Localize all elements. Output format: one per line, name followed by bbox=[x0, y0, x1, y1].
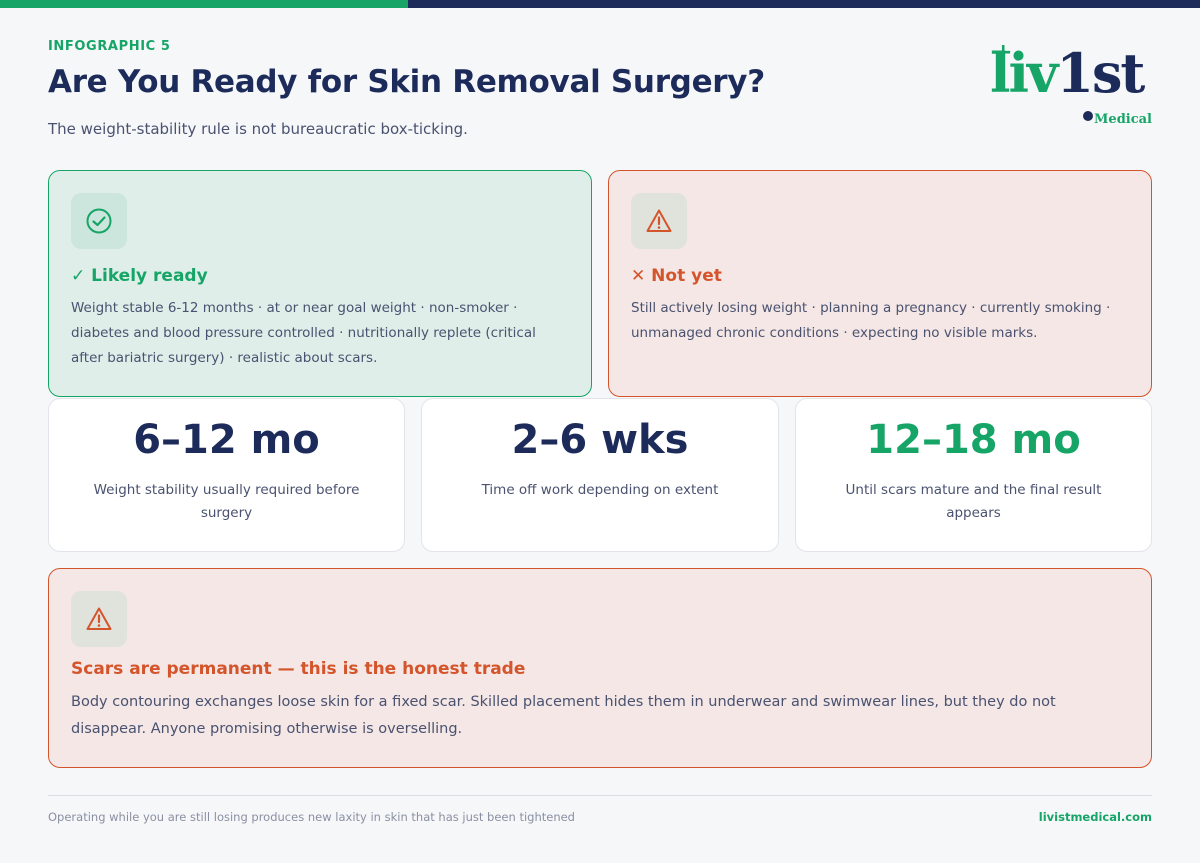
accent-bar-navy bbox=[408, 0, 1200, 8]
not-yet-heading: ✕ Not yet bbox=[631, 266, 722, 286]
stat-card: 6–12 mo Weight stability usually require… bbox=[48, 398, 405, 552]
stat-label: Time off work depending on extent bbox=[481, 482, 719, 498]
warning-triangle-icon bbox=[71, 591, 127, 647]
livist-medical-logo: + liv1st Medical bbox=[990, 42, 1155, 132]
warning-triangle-icon bbox=[631, 193, 687, 249]
likely-ready-text: Weight stable 6-12 months · at or near g… bbox=[71, 300, 536, 366]
stat-label: Weight stability usually required before… bbox=[93, 482, 360, 521]
page-subtitle: The weight-stability rule is not bureauc… bbox=[48, 120, 468, 138]
stat-card: 12–18 mo Until scars mature and the fina… bbox=[795, 398, 1152, 552]
logo-dot-icon bbox=[1083, 111, 1093, 121]
likely-ready-card: ✓ Likely ready Weight stable 6-12 months… bbox=[48, 170, 592, 397]
eyebrow-label: INFOGRAPHIC 5 bbox=[48, 39, 171, 54]
scars-text: Body contouring exchanges loose skin for… bbox=[71, 694, 1056, 737]
logo-wordmark: liv1st bbox=[990, 41, 1145, 105]
top-accent-bar bbox=[0, 0, 1200, 8]
footer-website-link[interactable]: livistmedical.com bbox=[1039, 810, 1152, 824]
stat-value: 12–18 mo bbox=[866, 417, 1081, 463]
logo-subtitle: Medical bbox=[1094, 112, 1152, 127]
not-yet-text: Still actively losing weight · planning … bbox=[631, 300, 1111, 341]
stat-card: 2–6 wks Time off work depending on exten… bbox=[421, 398, 779, 552]
not-yet-card: ✕ Not yet Still actively losing weight ·… bbox=[608, 170, 1152, 397]
likely-ready-heading: ✓ Likely ready bbox=[71, 266, 208, 286]
scars-warning-card: Scars are permanent — this is the honest… bbox=[48, 568, 1152, 768]
accent-bar-green bbox=[0, 0, 408, 8]
stat-value: 2–6 wks bbox=[511, 417, 689, 463]
check-circle-icon bbox=[71, 193, 127, 249]
footer-note: Operating while you are still losing pro… bbox=[48, 810, 575, 824]
scars-heading: Scars are permanent — this is the honest… bbox=[71, 659, 526, 679]
stat-label: Until scars mature and the final result … bbox=[845, 482, 1102, 521]
footer-divider bbox=[48, 795, 1152, 796]
page-title: Are You Ready for Skin Removal Surgery? bbox=[48, 64, 765, 100]
stat-value: 6–12 mo bbox=[133, 417, 320, 463]
